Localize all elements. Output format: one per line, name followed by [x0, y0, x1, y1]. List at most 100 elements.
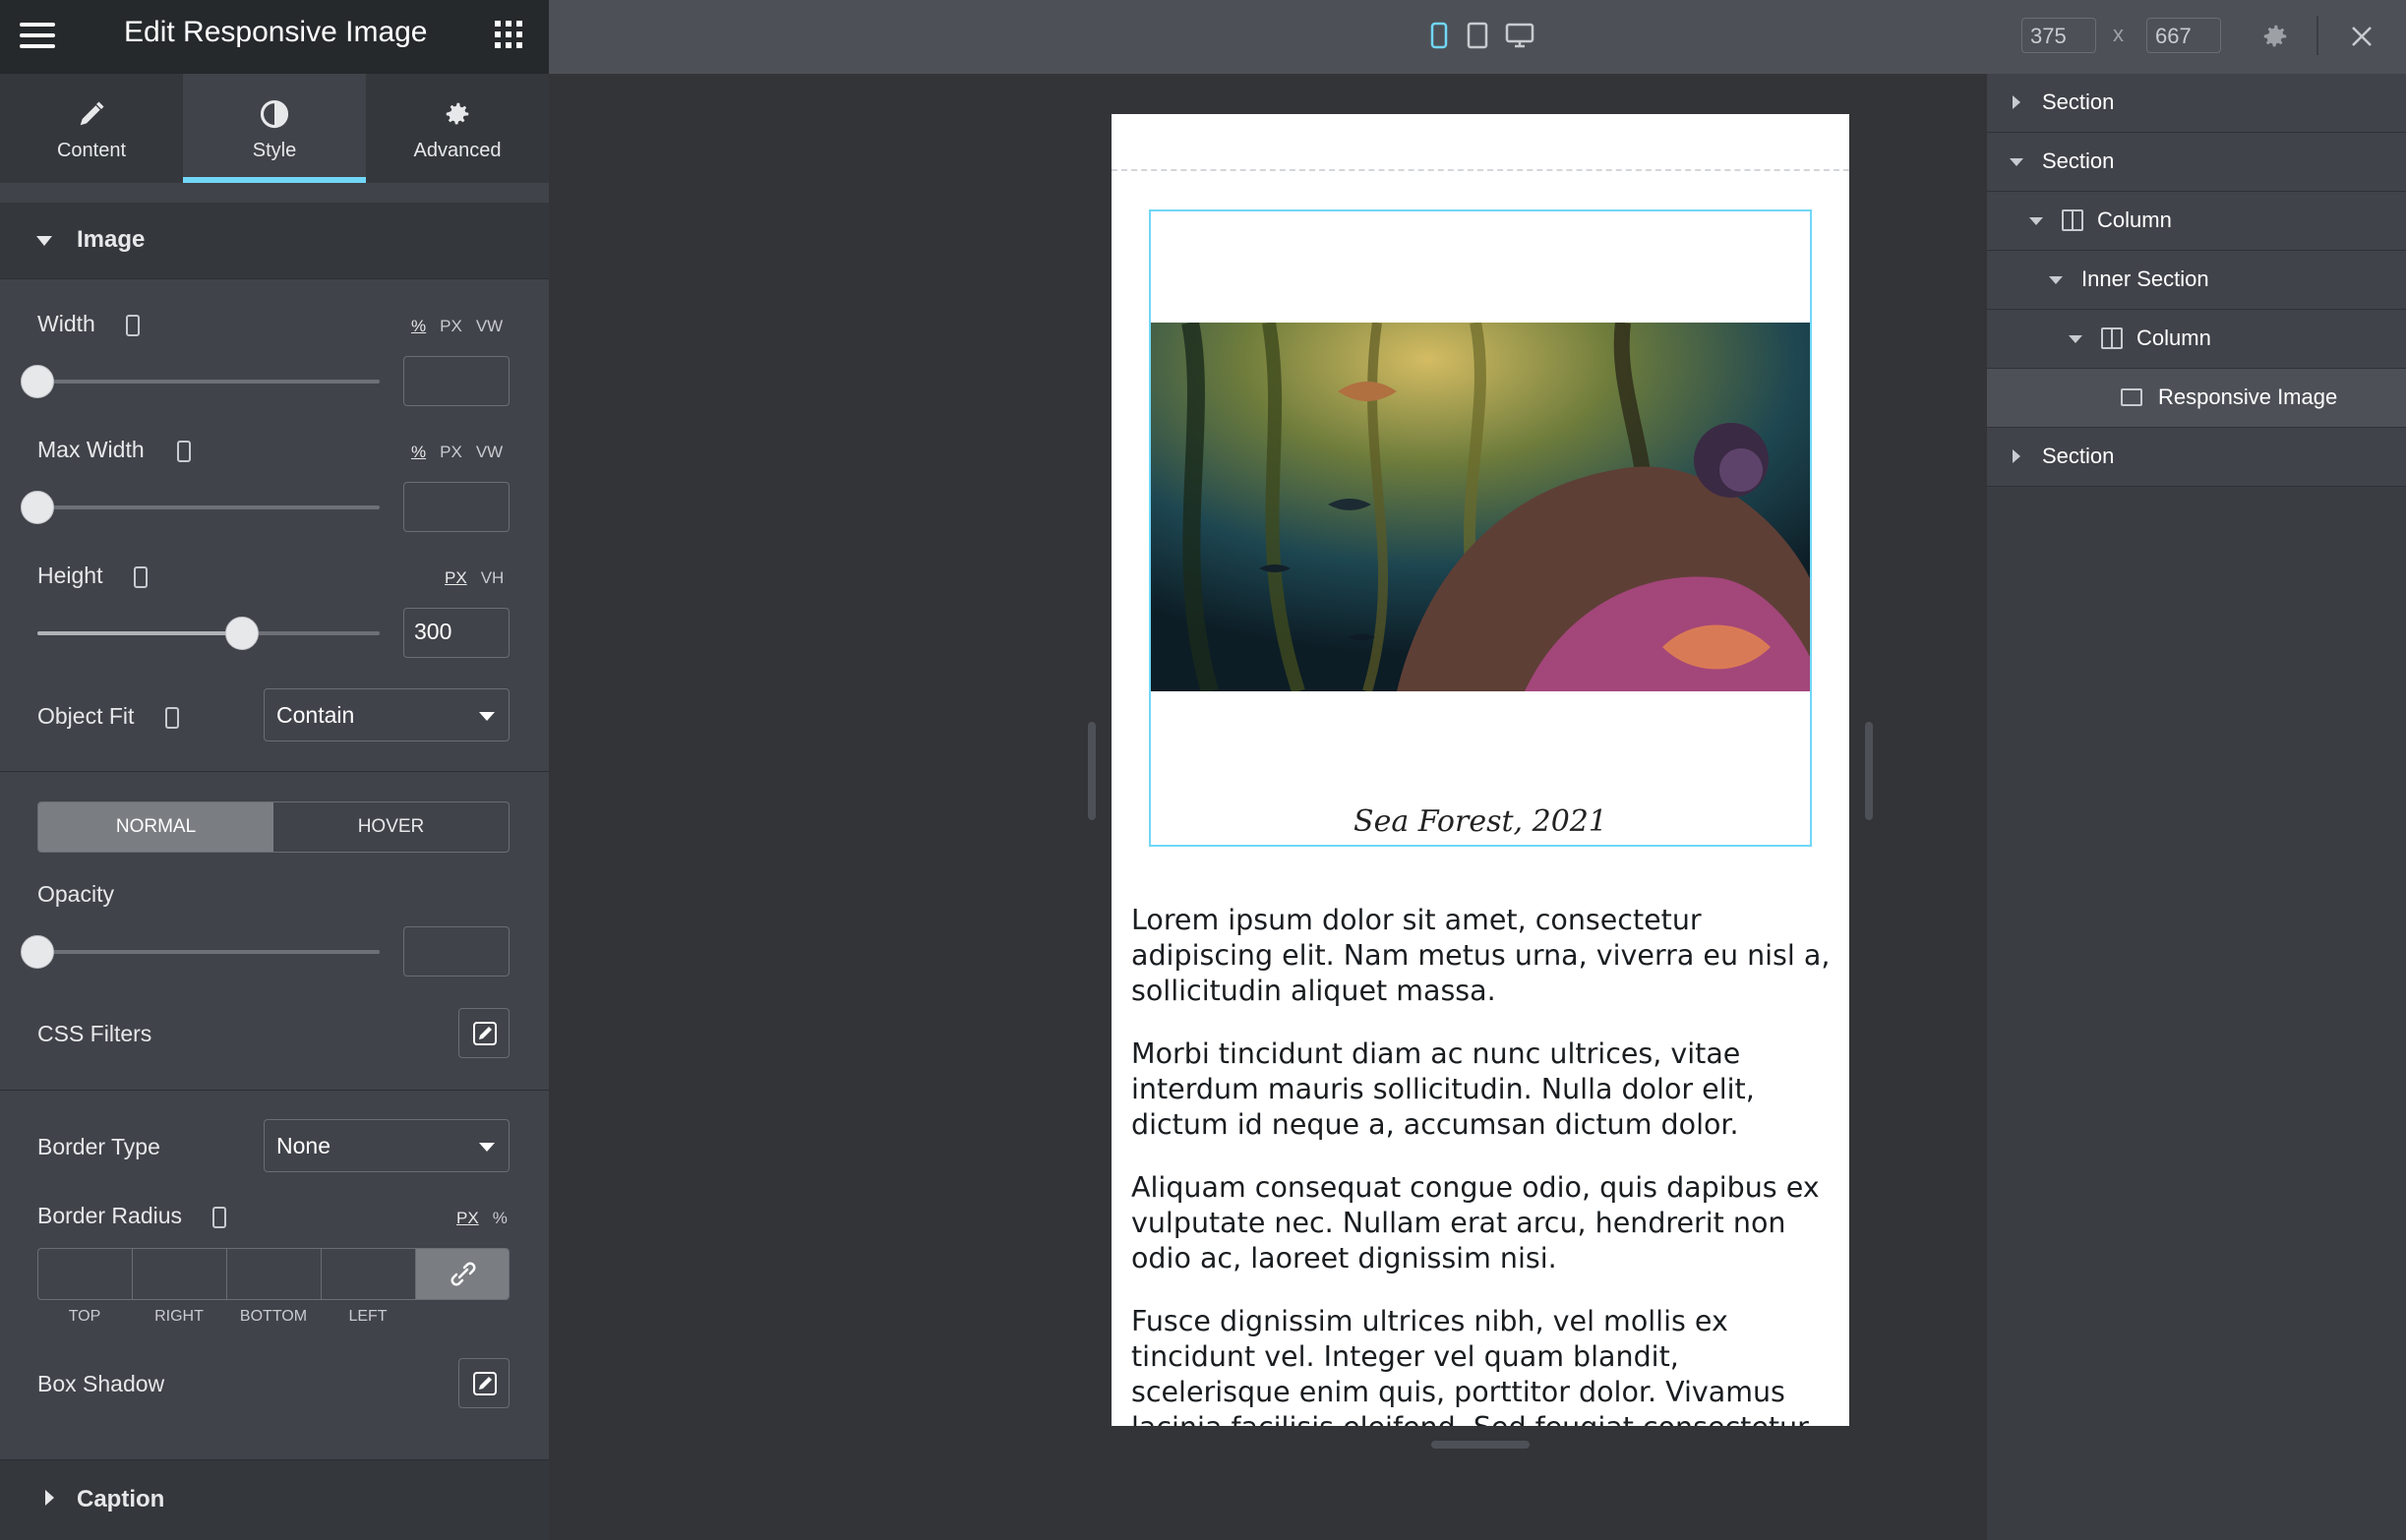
width-units: % PX VW: [397, 317, 503, 336]
caption-section-header[interactable]: Caption: [0, 1459, 549, 1540]
height-units: PX VH: [431, 568, 504, 588]
width-input[interactable]: [403, 356, 510, 406]
widgets-grid-icon[interactable]: [495, 21, 522, 48]
preview-width-input[interactable]: 375: [2021, 18, 2096, 53]
border-radius-top-input[interactable]: [38, 1249, 133, 1299]
caret-down-icon[interactable]: [2029, 217, 2043, 225]
unit-percent[interactable]: %: [411, 317, 426, 335]
text-editor-widget[interactable]: Lorem ipsum dolor sit amet, consectetur …: [1131, 903, 1835, 1509]
border-radius-bottom-input[interactable]: [227, 1249, 322, 1299]
mobile-icon[interactable]: [134, 566, 148, 588]
border-radius-right-input[interactable]: [133, 1249, 227, 1299]
navigator-item-column[interactable]: Column: [1987, 310, 2406, 369]
width-slider-handle[interactable]: [21, 365, 54, 398]
css-filters-label: CSS Filters: [37, 1021, 152, 1046]
divider: [0, 1090, 549, 1091]
object-fit-value: Contain: [276, 702, 355, 728]
mobile-icon[interactable]: [212, 1207, 226, 1228]
navigator-item-label: Section: [2042, 89, 2115, 114]
responsive-image[interactable]: [1151, 323, 1810, 691]
paragraph: Aliquam consequat congue odio, quis dapi…: [1131, 1171, 1820, 1274]
mobile-icon[interactable]: [165, 707, 179, 729]
max-width-label: Max Width: [37, 437, 145, 462]
navigator-item-section[interactable]: Section: [1987, 74, 2406, 133]
height-slider-handle[interactable]: [225, 617, 259, 650]
tab-hover[interactable]: HOVER: [273, 802, 509, 852]
caret-down-icon[interactable]: [2049, 276, 2063, 284]
preview-height-input[interactable]: 667: [2146, 18, 2221, 53]
link-values-button[interactable]: [416, 1249, 509, 1299]
border-radius-right-label: RIGHT: [154, 1308, 204, 1325]
resize-handle-left[interactable]: [1088, 722, 1096, 820]
gear-icon: [366, 99, 549, 131]
box-shadow-edit-button[interactable]: [458, 1358, 510, 1408]
border-type-select[interactable]: None: [264, 1119, 510, 1172]
navigator-item-label: Section: [2042, 444, 2115, 468]
tab-normal[interactable]: NORMAL: [38, 802, 273, 852]
navigator-item-section[interactable]: Section: [1987, 133, 2406, 192]
navigator-item-label: Column: [2136, 326, 2211, 350]
caret-right-icon[interactable]: [2013, 95, 2020, 109]
divider: [0, 771, 549, 772]
settings-gear-icon[interactable]: [2260, 22, 2290, 51]
mobile-icon[interactable]: [177, 441, 191, 462]
unit-px[interactable]: PX: [445, 568, 467, 587]
resize-handle-bottom[interactable]: [1431, 1441, 1530, 1449]
navigator-item-label: Section: [2042, 148, 2115, 173]
mobile-icon[interactable]: [126, 315, 140, 336]
navigator-item-inner-section[interactable]: Inner Section: [1987, 251, 2406, 310]
caret-right-icon: [45, 1490, 54, 1506]
unit-px[interactable]: PX: [456, 1209, 479, 1227]
opacity-input[interactable]: [403, 926, 510, 977]
box-shadow-label: Box Shadow: [37, 1371, 165, 1396]
tab-content-label: Content: [56, 140, 127, 161]
max-width-input[interactable]: [403, 482, 510, 532]
border-radius-label: Border Radius: [37, 1203, 183, 1228]
preview-toolbar: 375 667: [549, 0, 2406, 74]
height-label: Height: [37, 563, 103, 588]
max-width-slider[interactable]: [37, 505, 380, 509]
max-width-slider-handle[interactable]: [21, 491, 54, 524]
navigator-item-responsive-image[interactable]: Responsive Image: [1987, 369, 2406, 428]
image-section-header[interactable]: Image: [0, 203, 549, 279]
unit-px[interactable]: PX: [440, 317, 462, 335]
unit-px[interactable]: PX: [440, 443, 462, 461]
height-input[interactable]: 300: [403, 608, 510, 658]
dropdown-caret-icon: [479, 1143, 495, 1152]
caption-section-title: Caption: [77, 1486, 165, 1512]
caret-down-icon[interactable]: [2010, 158, 2023, 166]
tab-content[interactable]: Content: [0, 74, 183, 183]
css-filters-edit-button[interactable]: [458, 1008, 510, 1058]
opacity-slider-handle[interactable]: [21, 935, 54, 969]
opacity-slider[interactable]: [37, 950, 380, 954]
panel-title: Edit Responsive Image: [124, 16, 428, 48]
navigator-item-column[interactable]: Column: [1987, 192, 2406, 251]
image-section-title: Image: [77, 226, 146, 253]
pencil-icon: [0, 99, 183, 131]
border-radius-bottom-label: BOTTOM: [239, 1308, 308, 1325]
unit-vw[interactable]: VW: [476, 317, 503, 335]
unit-vh[interactable]: VH: [481, 568, 505, 587]
border-radius-top-label: TOP: [68, 1308, 101, 1325]
close-icon[interactable]: [2347, 22, 2376, 51]
width-slider[interactable]: [37, 380, 380, 384]
navigator-item-label: Responsive Image: [2158, 385, 2338, 409]
object-fit-select[interactable]: Contain: [264, 688, 510, 741]
resize-handle-right[interactable]: [1865, 722, 1873, 820]
dropdown-caret-icon: [479, 712, 495, 721]
hamburger-menu-icon[interactable]: [20, 21, 55, 50]
unit-percent[interactable]: %: [411, 443, 426, 461]
tab-style[interactable]: Style: [183, 74, 366, 183]
navigator-item-label: Inner Section: [2081, 267, 2209, 291]
caret-right-icon[interactable]: [2013, 449, 2020, 463]
tab-style-label: Style: [252, 140, 297, 161]
unit-percent[interactable]: %: [493, 1209, 508, 1227]
desktop-icon[interactable]: [1505, 22, 1534, 51]
mobile-icon[interactable]: [1429, 22, 1449, 51]
unit-vw[interactable]: VW: [476, 443, 503, 461]
tablet-icon[interactable]: [1467, 22, 1488, 51]
caret-down-icon[interactable]: [2069, 335, 2082, 343]
navigator-item-section[interactable]: Section: [1987, 428, 2406, 487]
border-radius-left-input[interactable]: [322, 1249, 416, 1299]
tab-advanced[interactable]: Advanced: [366, 74, 549, 183]
